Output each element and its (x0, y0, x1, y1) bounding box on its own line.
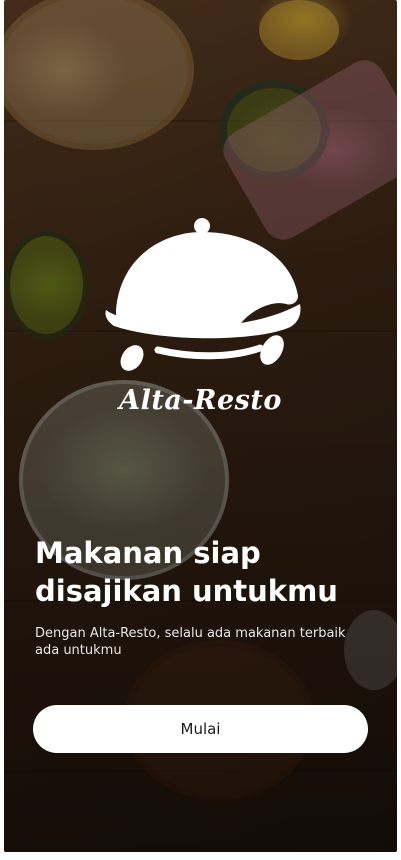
page-title: Makanan siap disajikan untukmu (35, 536, 338, 608)
onboarding-screen: Alta-Resto Makanan siap disajikan untukm… (4, 0, 397, 852)
start-button[interactable]: Mulai (33, 705, 368, 753)
brand-name: Alta-Resto (119, 385, 282, 416)
bottom-edge (0, 852, 401, 860)
page-subtitle: Dengan Alta-Resto, selalu ada makanan te… (35, 626, 346, 658)
